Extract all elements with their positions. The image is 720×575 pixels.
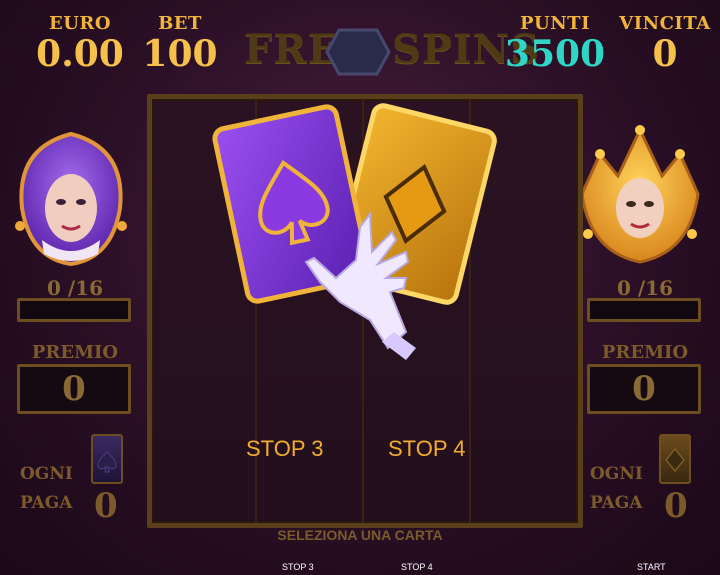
right-premio-box: 0 [587, 364, 701, 414]
euro-label: EURO [48, 13, 112, 34]
diamond-icon [665, 447, 685, 473]
punti-value: 3500 [504, 33, 606, 75]
left-mini-card [91, 434, 123, 484]
vincita-label: VINCITA [619, 13, 711, 34]
right-mini-card [659, 434, 691, 484]
right-progress-text: 0 /16 [616, 276, 673, 300]
title-gem-icon [325, 28, 391, 76]
bet-label: BET [158, 13, 202, 34]
left-paga-label: PAGA [20, 493, 73, 513]
left-paga-value: 0 [94, 486, 118, 526]
stop4-button[interactable]: STOP 4 [401, 562, 433, 572]
left-ogni-label: OGNI [20, 464, 73, 484]
instruction-text: SELEZIONA UNA CARTA [277, 527, 443, 543]
left-premio-label: PREMIO [31, 342, 119, 363]
stop4-label: STOP 4 [388, 436, 466, 461]
left-jester-avatar [15, 131, 127, 267]
right-premio-label: PREMIO [601, 342, 689, 363]
euro-value: 0.00 [36, 33, 124, 75]
right-ogni-label: OGNI [590, 464, 643, 484]
vincita-value: 0 [652, 33, 678, 75]
left-progress-bar [17, 298, 131, 322]
left-premio-box: 0 [17, 364, 131, 414]
right-progress-bar [587, 298, 701, 322]
start-button[interactable]: START [637, 562, 666, 572]
right-paga-value: 0 [664, 486, 688, 526]
spade-icon [97, 451, 117, 473]
punti-label: PUNTI [520, 13, 590, 34]
right-jester-avatar [580, 125, 700, 264]
stop3-button[interactable]: STOP 3 [282, 562, 314, 572]
left-progress-text: 0 /16 [46, 276, 103, 300]
card-selection [212, 103, 497, 360]
bet-value: 100 [142, 33, 218, 75]
stop3-label: STOP 3 [246, 436, 324, 461]
right-paga-label: PAGA [590, 493, 643, 513]
